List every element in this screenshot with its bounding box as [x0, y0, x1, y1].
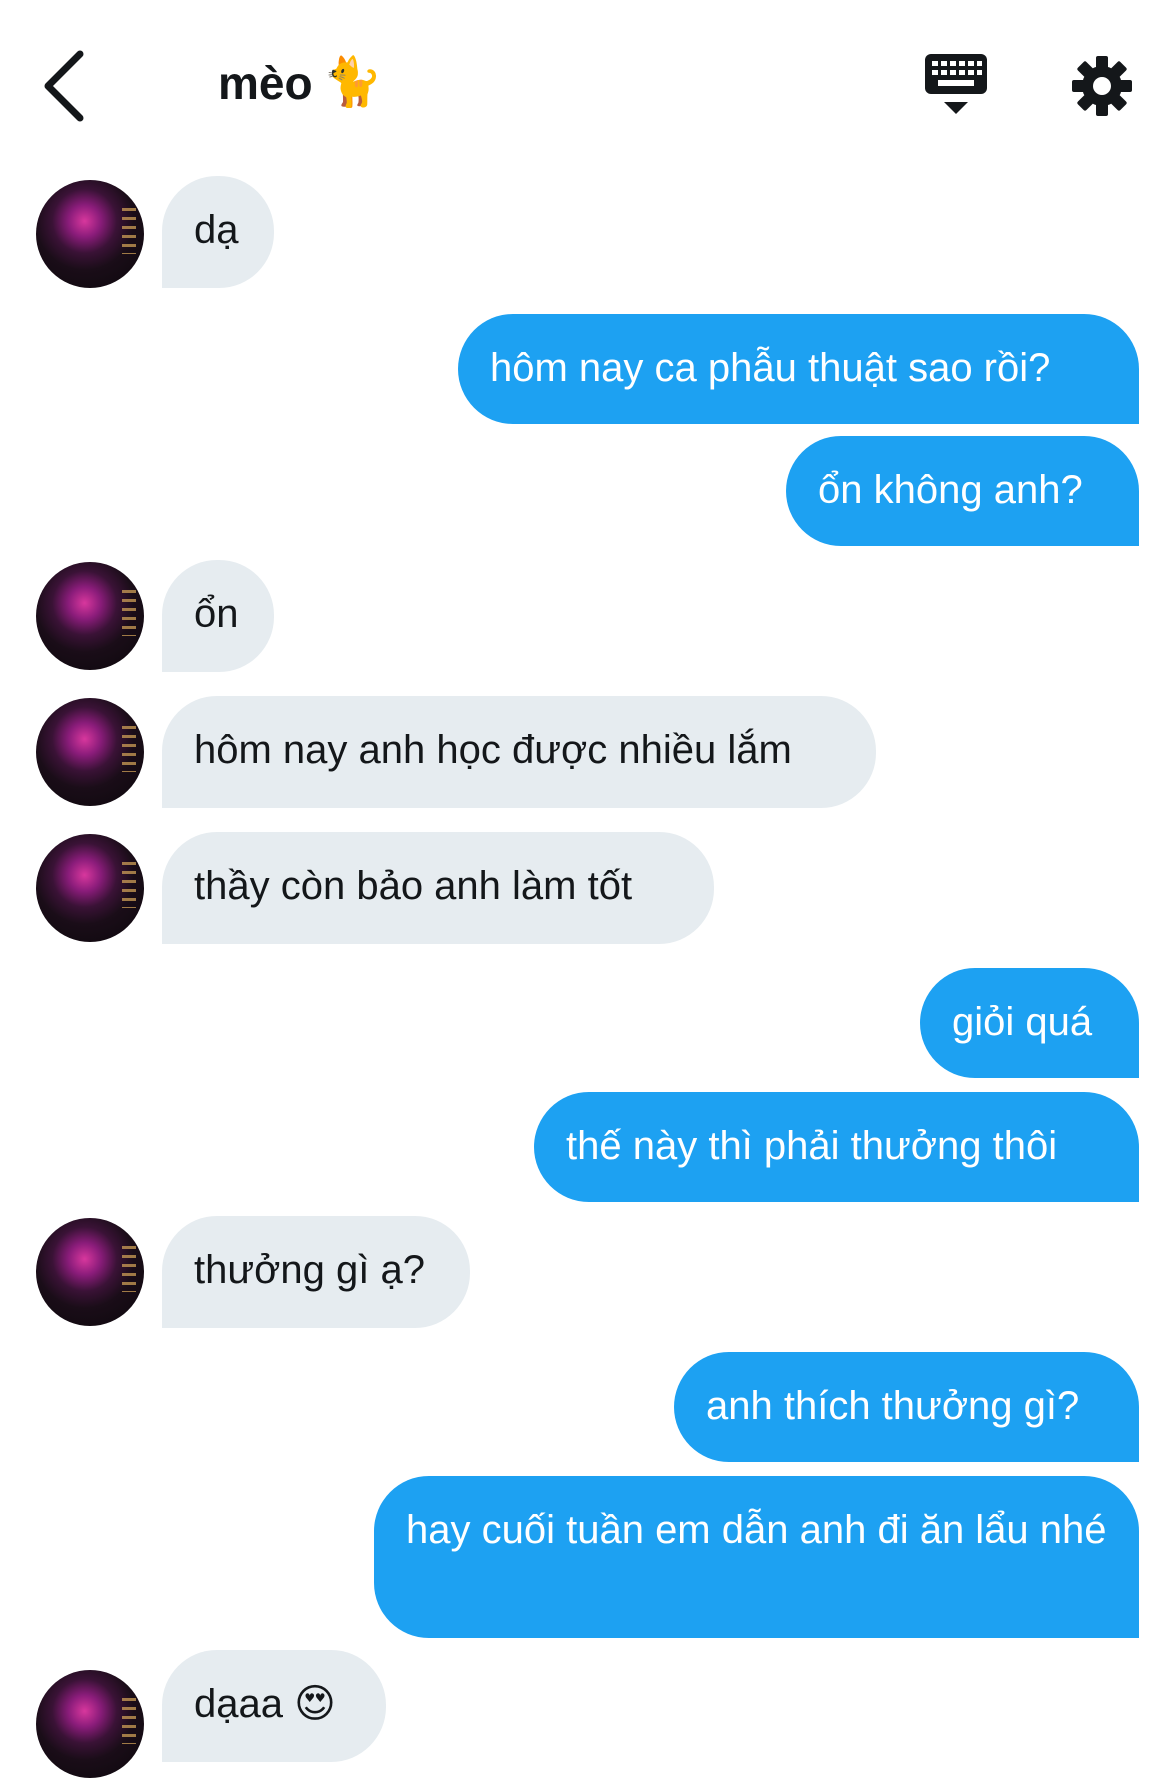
message-text: dạ	[194, 208, 239, 252]
message-text: ổn	[194, 592, 239, 636]
incoming-message[interactable]: dạaa 😍	[162, 1650, 386, 1762]
contact-avatar[interactable]	[36, 1218, 144, 1326]
incoming-message[interactable]: ổn	[162, 560, 274, 672]
contact-avatar[interactable]	[36, 698, 144, 806]
message-text: anh thích thưởng gì?	[706, 1384, 1080, 1428]
outgoing-message[interactable]: thế này thì phải thưởng thôi	[534, 1092, 1139, 1202]
message-text: ổn không anh?	[818, 468, 1083, 512]
incoming-message[interactable]: dạ	[162, 176, 274, 288]
contact-avatar[interactable]	[36, 180, 144, 288]
message-text: thưởng gì ạ?	[194, 1248, 425, 1292]
outgoing-message[interactable]: giỏi quá	[920, 968, 1139, 1078]
outgoing-message[interactable]: ổn không anh?	[786, 436, 1139, 546]
incoming-message[interactable]: hôm nay anh học được nhiều lắm	[162, 696, 876, 808]
message-text: hôm nay anh học được nhiều lắm	[194, 728, 792, 772]
outgoing-message[interactable]: anh thích thưởng gì?	[674, 1352, 1139, 1462]
heart-eyes-emoji-icon: 😍	[294, 1681, 336, 1727]
message-text: giỏi quá	[952, 1000, 1093, 1044]
outgoing-message[interactable]: hôm nay ca phẫu thuật sao rồi?	[458, 314, 1139, 424]
contact-avatar[interactable]	[36, 562, 144, 670]
contact-avatar[interactable]	[36, 834, 144, 942]
message-text: hay cuối tuần em dẫn anh đi ăn lẩu nhé	[406, 1508, 1107, 1552]
contact-avatar[interactable]	[36, 1670, 144, 1778]
message-text: thầy còn bảo anh làm tốt	[194, 864, 633, 908]
message-text: dạaa	[194, 1682, 283, 1726]
message-thread: dạ hôm nay ca phẫu thuật sao rồi? ổn khô…	[0, 0, 1170, 1783]
incoming-message[interactable]: thưởng gì ạ?	[162, 1216, 470, 1328]
message-text: hôm nay ca phẫu thuật sao rồi?	[490, 346, 1051, 390]
message-text: thế này thì phải thưởng thôi	[566, 1124, 1058, 1168]
incoming-message[interactable]: thầy còn bảo anh làm tốt	[162, 832, 714, 944]
outgoing-message[interactable]: hay cuối tuần em dẫn anh đi ăn lẩu nhé	[374, 1476, 1139, 1638]
